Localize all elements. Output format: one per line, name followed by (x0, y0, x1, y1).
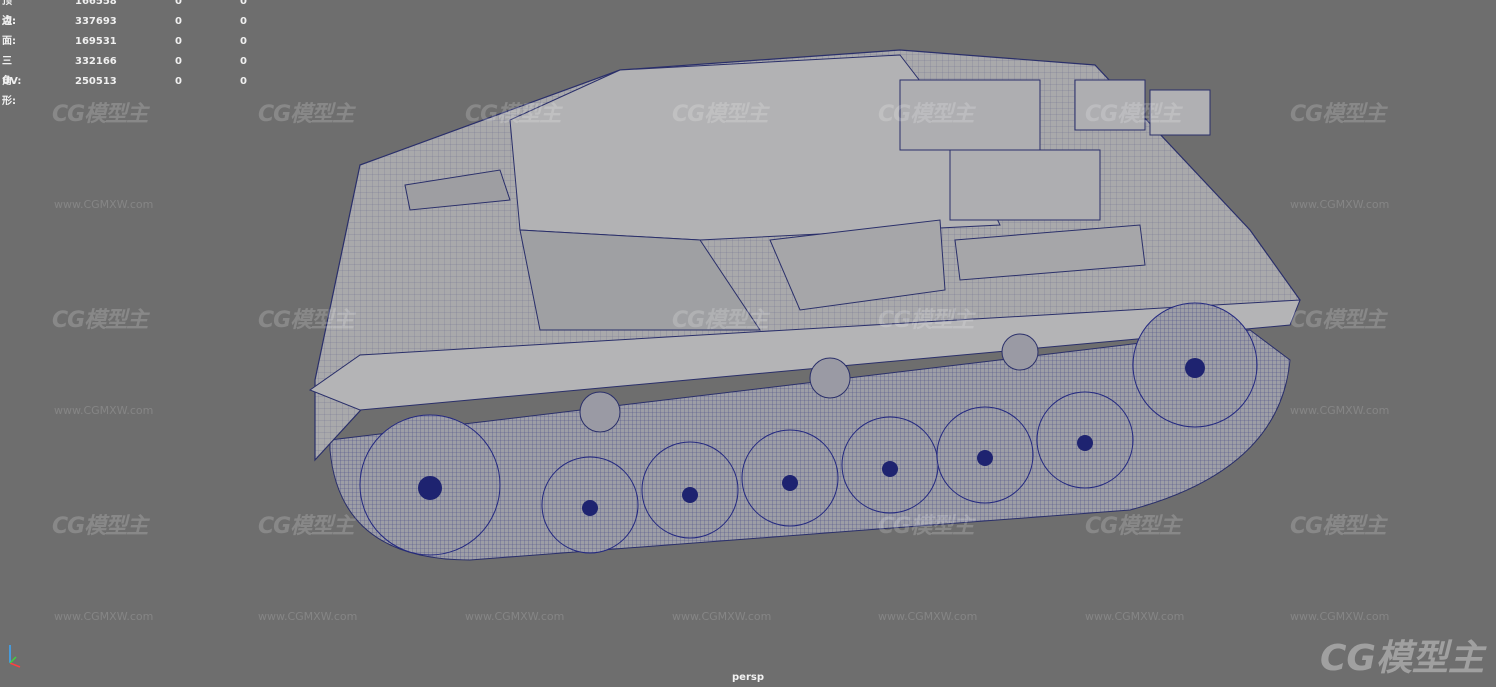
watermark-logo: CG模型主 (52, 102, 148, 127)
hud-value: 169531 (75, 36, 117, 47)
watermark-url: www.CGMXW.com (1085, 610, 1185, 623)
watermark-url: www.CGMXW.com (54, 404, 154, 417)
hud-value: 0 (240, 56, 247, 67)
watermark-logo: CG模型主 (258, 102, 354, 127)
hud-label: UV: (2, 76, 22, 87)
watermark-logo: CG模型主 (1290, 514, 1386, 539)
hud-value: 0 (175, 56, 182, 67)
axis-gizmo-icon (9, 645, 21, 668)
hud-value: 0 (240, 36, 247, 47)
hud-value: 250513 (75, 76, 117, 87)
watermark-logo: CG模型主 (878, 102, 974, 127)
watermark-url: www.CGMXW.com (1290, 198, 1390, 211)
watermark-logo: CG模型主 (465, 102, 561, 127)
hud-value: 0 (175, 36, 182, 47)
watermark-logo: CG模型主 (672, 102, 768, 127)
hud-value: 0 (175, 0, 182, 7)
hud-value: 166558 (75, 0, 117, 7)
watermark-logo: CG模型主 (878, 514, 974, 539)
watermark-logo: CG模型主 (1290, 308, 1386, 333)
hud-label: 面: (2, 36, 16, 47)
watermark-logo: CG模型主 (1085, 514, 1181, 539)
camera-name-label: persp (732, 672, 764, 683)
watermark-url: www.CGMXW.com (1290, 610, 1390, 623)
hud-value: 0 (175, 16, 182, 27)
watermark-url: www.CGMXW.com (672, 610, 772, 623)
watermark-url: www.CGMXW.com (54, 198, 154, 211)
watermark-logo: CG模型主 (672, 308, 768, 333)
watermark-logo: CG模型主 (1290, 102, 1386, 127)
maya-viewport[interactable]: CG模型主 CG模型主 CG模型主 CG模型主 CG模型主 CG模型主 CG模型… (0, 0, 1496, 687)
watermark-logo: CG模型主 (1085, 102, 1181, 127)
hud-value: 0 (240, 0, 247, 7)
hud-value: 0 (240, 16, 247, 27)
hud-label: 边: (2, 16, 16, 27)
watermark-logo: CG模型主 (52, 514, 148, 539)
hud-value: 337693 (75, 16, 117, 27)
watermark-url: www.CGMXW.com (878, 610, 978, 623)
hud-value: 332166 (75, 56, 117, 67)
hatch-2 (949, 149, 1101, 221)
watermark-url: www.CGMXW.com (54, 610, 154, 623)
watermark-logo: CG模型主 (878, 308, 974, 333)
watermark-url: www.CGMXW.com (258, 610, 358, 623)
watermark-logo: CG模型主 (258, 308, 354, 333)
watermark-logo: CG模型主 (52, 308, 148, 333)
hud-value: 0 (175, 76, 182, 87)
watermark-url: www.CGMXW.com (1290, 404, 1390, 417)
hud-value: 0 (240, 76, 247, 87)
watermark-url: www.CGMXW.com (465, 610, 565, 623)
watermark-logo: CG模型主 (258, 514, 354, 539)
